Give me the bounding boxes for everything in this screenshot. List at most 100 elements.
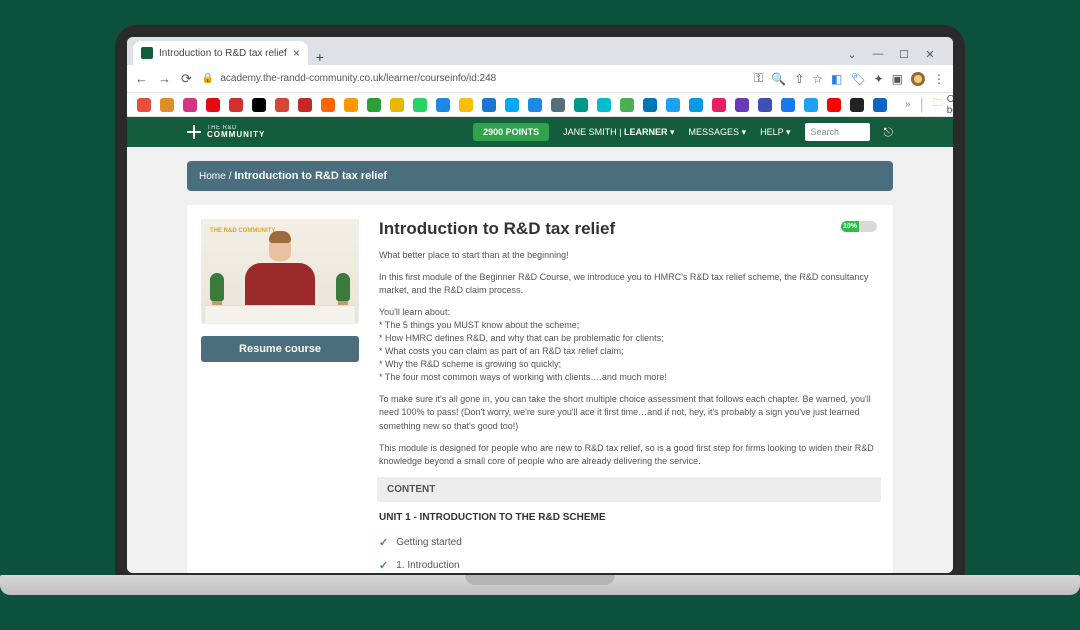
- bookmark-icon[interactable]: [459, 98, 473, 112]
- bookmark-icon[interactable]: [321, 98, 335, 112]
- maximize-icon[interactable]: ☐: [897, 48, 911, 61]
- other-bookmarks-button[interactable]: 🗀 Other bookmarks: [933, 94, 953, 116]
- bookmark-icon[interactable]: [689, 98, 703, 112]
- key-icon[interactable]: ⚿: [754, 71, 763, 86]
- bookmark-icon[interactable]: [597, 98, 611, 112]
- folder-icon: 🗀: [933, 96, 943, 113]
- lesson-row[interactable]: ✓ 1. Introduction: [379, 554, 879, 573]
- bookmarks-bar: » | 🗀 Other bookmarks: [127, 93, 953, 117]
- bookmark-icon[interactable]: [574, 98, 588, 112]
- chevron-down-icon: ▾: [670, 127, 675, 137]
- bookmark-icon[interactable]: [367, 98, 381, 112]
- bookmark-icon[interactable]: [413, 98, 427, 112]
- forward-icon[interactable]: →: [158, 71, 171, 86]
- profile-avatar-icon[interactable]: [911, 72, 925, 86]
- bookmark-icon[interactable]: [873, 98, 887, 112]
- browser-tab[interactable]: Introduction to R&D tax relief ×: [133, 41, 308, 65]
- content-section-header: CONTENT: [377, 477, 881, 502]
- course-title: Introduction to R&D tax relief: [379, 219, 879, 239]
- bookmark-icon[interactable]: [758, 98, 772, 112]
- site-logo[interactable]: THE R&D COMMUNITY: [187, 125, 265, 139]
- bookmark-icon[interactable]: [137, 98, 151, 112]
- close-window-icon[interactable]: ✕: [923, 48, 937, 61]
- chevron-down-icon: ▾: [786, 127, 791, 137]
- points-badge[interactable]: 2900 POINTS: [473, 123, 549, 141]
- person-illustration: [235, 235, 325, 323]
- bookmark-icon[interactable]: [183, 98, 197, 112]
- close-tab-icon[interactable]: ×: [293, 46, 300, 60]
- ext1-icon[interactable]: ◧: [831, 72, 842, 86]
- bookmark-icon[interactable]: [551, 98, 565, 112]
- bookmark-icon[interactable]: [712, 98, 726, 112]
- bookmark-icon[interactable]: [850, 98, 864, 112]
- address-bar-actions: ⚿ 🔍 ⇧ ☆ ◧ 🏷 ✦ ▣ ⋮: [754, 71, 945, 86]
- plant-icon: [208, 269, 226, 309]
- bookmark-icon[interactable]: [505, 98, 519, 112]
- bookmark-icon[interactable]: [344, 98, 358, 112]
- bookmarks-overflow-icon[interactable]: »: [905, 99, 911, 110]
- zoom-icon[interactable]: 🔍: [771, 72, 786, 86]
- unit-title: UNIT 1 - INTRODUCTION TO THE R&D SCHEME: [379, 512, 879, 523]
- breadcrumb-home[interactable]: Home: [199, 171, 226, 182]
- bookmark-icon[interactable]: [620, 98, 634, 112]
- thumb-brand-text: THE R&D COMMUNITY: [210, 228, 275, 234]
- course-card: 10% THE R&D COMMUNITY: [187, 205, 893, 573]
- bookmark-icon[interactable]: [781, 98, 795, 112]
- share-icon[interactable]: ⇧: [794, 72, 804, 86]
- url-text: academy.the-randd-community.co.uk/learne…: [220, 73, 496, 84]
- check-icon: ✓: [379, 536, 388, 549]
- bookmark-icon[interactable]: [735, 98, 749, 112]
- bookmark-icon[interactable]: [804, 98, 818, 112]
- favicon-icon: [141, 47, 153, 59]
- plant-icon: [334, 269, 352, 309]
- site-search-input[interactable]: Search: [805, 123, 870, 141]
- star-icon[interactable]: ☆: [812, 72, 823, 86]
- menu-icon[interactable]: ⋮: [933, 72, 945, 86]
- progress-value: 10%: [841, 221, 859, 232]
- url-input[interactable]: 🔒 academy.the-randd-community.co.uk/lear…: [202, 73, 744, 84]
- bookmark-icon[interactable]: [827, 98, 841, 112]
- laptop-notch: [465, 575, 615, 585]
- ext3-icon[interactable]: ▣: [892, 72, 903, 86]
- bookmark-icon[interactable]: [643, 98, 657, 112]
- bookmark-icon[interactable]: [275, 98, 289, 112]
- back-icon[interactable]: ←: [135, 71, 148, 86]
- plus-logo-icon: [187, 125, 201, 139]
- course-description: What better place to start than at the b…: [379, 249, 879, 468]
- chevron-down-icon[interactable]: ⌄: [845, 48, 859, 61]
- chevron-down-icon: ▾: [742, 127, 747, 137]
- help-menu[interactable]: HELP ▾: [760, 127, 790, 138]
- logout-icon[interactable]: ⎋: [884, 125, 894, 140]
- new-tab-button[interactable]: +: [308, 49, 332, 65]
- bookmark-icon[interactable]: [482, 98, 496, 112]
- minimize-icon[interactable]: —: [871, 48, 885, 61]
- bookmark-icon[interactable]: [252, 98, 266, 112]
- user-menu[interactable]: JANE SMITH | LEARNER ▾: [563, 127, 674, 138]
- browser-address-bar: ← → ⟳ 🔒 academy.the-randd-community.co.u…: [127, 65, 953, 93]
- bookmark-icon[interactable]: [390, 98, 404, 112]
- course-thumbnail: THE R&D COMMUNITY: [201, 219, 359, 324]
- messages-menu[interactable]: MESSAGES ▾: [689, 127, 747, 138]
- resume-course-button[interactable]: Resume course: [201, 336, 359, 362]
- browser-window: Introduction to R&D tax relief × + ⌄ — ☐…: [127, 37, 953, 573]
- breadcrumb: Home / Introduction to R&D tax relief: [187, 161, 893, 191]
- laptop-frame: Introduction to R&D tax relief × + ⌄ — ☐…: [115, 25, 965, 585]
- bookmark-icon[interactable]: [206, 98, 220, 112]
- page-content: Home / Introduction to R&D tax relief 10…: [127, 147, 953, 573]
- page-body: THE R&D COMMUNITY 2900 POINTS JANE SMITH…: [127, 117, 953, 573]
- lock-icon: 🔒: [202, 73, 214, 84]
- bookmark-icon[interactable]: [229, 98, 243, 112]
- bookmark-icon[interactable]: [436, 98, 450, 112]
- extensions-icon[interactable]: ✦: [874, 72, 884, 86]
- reload-icon[interactable]: ⟳: [181, 71, 192, 87]
- tab-title: Introduction to R&D tax relief: [159, 48, 287, 59]
- bookmark-icon[interactable]: [666, 98, 680, 112]
- bookmark-icon[interactable]: [160, 98, 174, 112]
- lesson-row[interactable]: ✓ Getting started: [379, 531, 879, 554]
- browser-tabbar: Introduction to R&D tax relief × + ⌄ — ☐…: [127, 37, 953, 65]
- bookmark-icon[interactable]: [298, 98, 312, 112]
- ext2-icon[interactable]: 🏷: [850, 72, 865, 86]
- breadcrumb-current: Introduction to R&D tax relief: [234, 170, 387, 182]
- window-controls: ⌄ — ☐ ✕: [845, 48, 947, 65]
- bookmark-icon[interactable]: [528, 98, 542, 112]
